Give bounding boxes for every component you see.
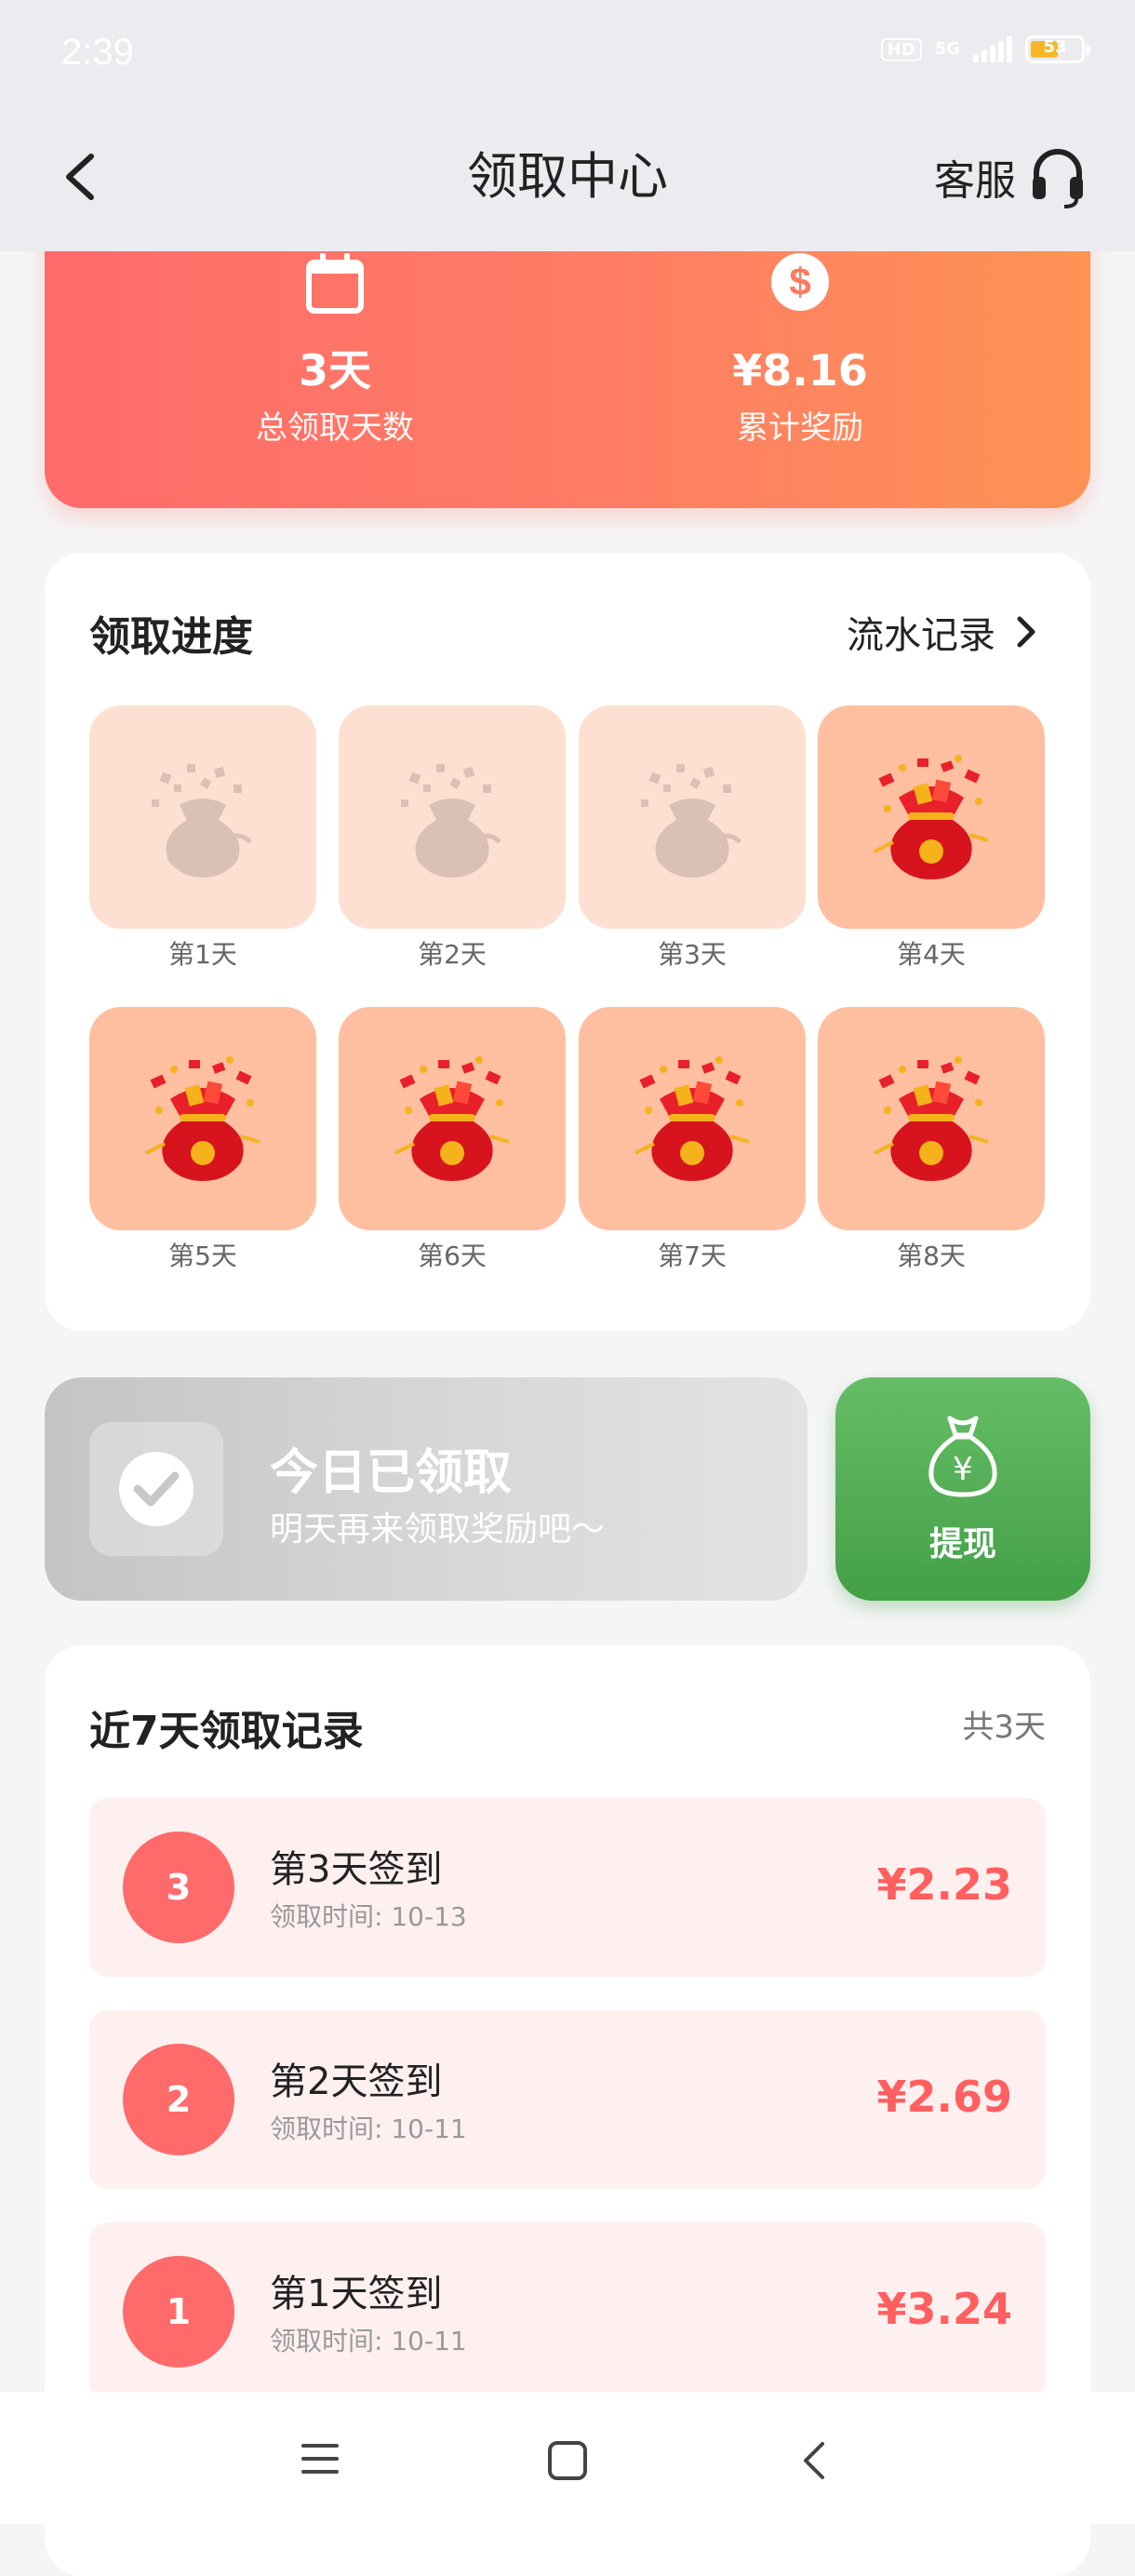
record-time: 领取时间: 10-11: [270, 2113, 467, 2144]
record-amount: ¥2.69: [876, 2072, 1012, 2122]
day-label: 第2天: [418, 939, 487, 970]
total-reward-value: ¥8.16: [732, 345, 868, 396]
day-tile-3[interactable]: [579, 705, 806, 929]
day-label: 第8天: [897, 1241, 966, 1271]
empty-bag-icon: [641, 764, 741, 878]
record-title: 第3天签到: [270, 1848, 443, 1891]
records-link-label: 流水记录: [847, 614, 995, 657]
headset-icon: [1033, 149, 1083, 208]
record-badge: 2: [123, 2044, 234, 2155]
customer-service-button[interactable]: 客服: [934, 140, 1087, 214]
records-link[interactable]: 流水记录: [847, 605, 1038, 659]
day-label: 第5天: [168, 1241, 237, 1271]
nav-back-button[interactable]: [796, 2438, 834, 2487]
records-count: 共3天: [962, 1709, 1046, 1746]
day-label: 第4天: [897, 939, 966, 970]
check-box: [89, 1422, 223, 1556]
status-icons: HD 5G 53: [880, 35, 1090, 63]
record-time: 领取时间: 10-13: [270, 1901, 467, 1932]
day-tile-2[interactable]: [339, 705, 566, 929]
nav-home-button[interactable]: [545, 2438, 590, 2487]
record-badge: 3: [123, 1831, 234, 1943]
svg-text:$: $: [789, 260, 810, 303]
today-title: 今日已领取: [270, 1445, 513, 1501]
network-label: 5G: [934, 39, 960, 59]
records-title: 近7天领取记录: [89, 1708, 364, 1755]
day-label: 第6天: [418, 1241, 487, 1271]
day-tile-5[interactable]: [89, 1007, 316, 1230]
total-days-block: 3天 总领取天数: [149, 251, 521, 448]
day-label: 第3天: [658, 939, 727, 970]
red-envelope-bag-icon: [394, 1056, 510, 1181]
day-tile-8[interactable]: [818, 1007, 1045, 1230]
menu-icon: [301, 2444, 339, 2474]
withdraw-label: 提现: [928, 1525, 996, 1563]
svg-text:¥: ¥: [953, 1451, 973, 1488]
home-icon: [548, 2441, 587, 2480]
hd-icon: HD: [880, 37, 922, 61]
record-title: 第1天签到: [270, 2273, 443, 2315]
withdraw-button[interactable]: ¥: [835, 1377, 1090, 1601]
battery-icon: 53: [1025, 35, 1090, 63]
record-badge: 1: [123, 2256, 234, 2368]
day-tile-6[interactable]: [339, 1007, 566, 1230]
empty-bag-icon: [152, 764, 252, 878]
status-time: 2:39: [61, 32, 134, 73]
calendar-icon: [306, 253, 364, 314]
red-envelope-bag-icon: [874, 755, 989, 879]
today-subtitle: 明天再来领取奖励吧～: [270, 1510, 606, 1549]
record-amount: ¥2.23: [876, 1859, 1012, 1910]
red-envelope-bag-icon: [145, 1056, 260, 1181]
nav-menu-button[interactable]: [298, 2438, 342, 2483]
chevron-right-icon: [1017, 616, 1035, 648]
total-days-label: 总领取天数: [256, 409, 414, 447]
check-icon: [119, 1452, 194, 1526]
total-reward-label: 累计奖励: [737, 409, 863, 447]
day-label: 第7天: [658, 1241, 727, 1271]
total-days-value: 3天: [298, 345, 371, 396]
signal-icon: [973, 36, 1012, 62]
day-tile-1[interactable]: [89, 705, 316, 929]
total-reward-block: $ ¥8.16 累计奖励: [614, 251, 986, 448]
red-envelope-bag-icon: [634, 1056, 750, 1181]
progress-title: 领取进度: [89, 613, 253, 661]
day-label: 第1天: [168, 939, 237, 970]
dollar-icon: $: [771, 253, 829, 311]
battery-level: 53: [1043, 37, 1067, 57]
back-icon: [804, 2442, 824, 2479]
record-time: 领取时间: 10-11: [270, 2326, 467, 2356]
day-tile-7[interactable]: [579, 1007, 806, 1230]
empty-bag-icon: [401, 764, 501, 878]
record-title: 第2天签到: [270, 2060, 443, 2103]
customer-service-label: 客服: [934, 157, 1016, 205]
day-tile-4[interactable]: [818, 705, 1045, 929]
money-bag-icon: ¥: [928, 1415, 997, 1497]
record-amount: ¥3.24: [876, 2284, 1012, 2334]
red-envelope-bag-icon: [874, 1056, 989, 1181]
